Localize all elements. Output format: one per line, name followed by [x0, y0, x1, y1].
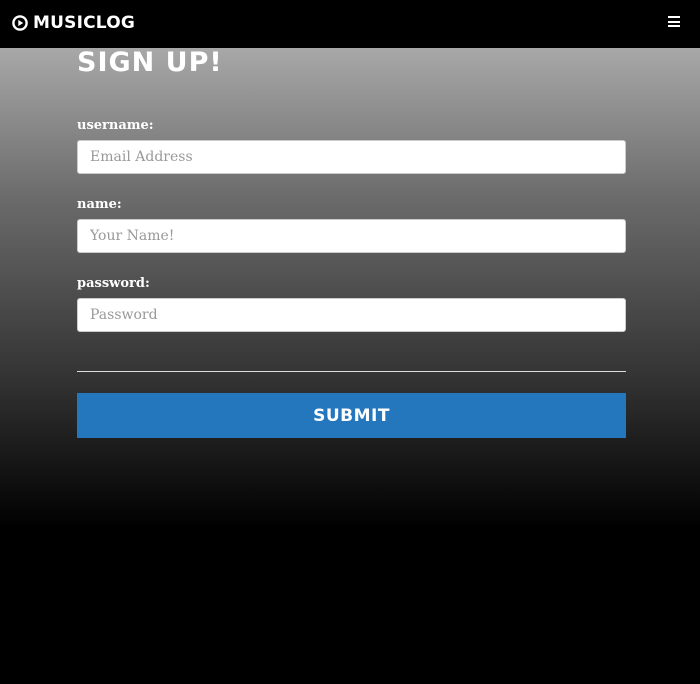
play-circle-icon — [12, 15, 28, 31]
username-field[interactable] — [77, 140, 626, 174]
password-label: password: — [77, 276, 150, 291]
signup-section: SIGN UP! username: name: password: SUBMI… — [0, 48, 700, 684]
brand-name: MUSICLOG — [33, 13, 135, 33]
form-divider — [77, 371, 626, 372]
name-label: name: — [77, 197, 122, 212]
navbar: MUSICLOG — [0, 0, 700, 48]
page-title: SIGN UP! — [77, 47, 223, 78]
name-field[interactable] — [77, 219, 626, 253]
hamburger-menu-icon[interactable] — [668, 16, 680, 30]
password-field[interactable] — [77, 298, 626, 332]
brand-link[interactable]: MUSICLOG — [12, 12, 135, 34]
username-label: username: — [77, 118, 154, 133]
submit-button[interactable]: SUBMIT — [77, 393, 626, 438]
